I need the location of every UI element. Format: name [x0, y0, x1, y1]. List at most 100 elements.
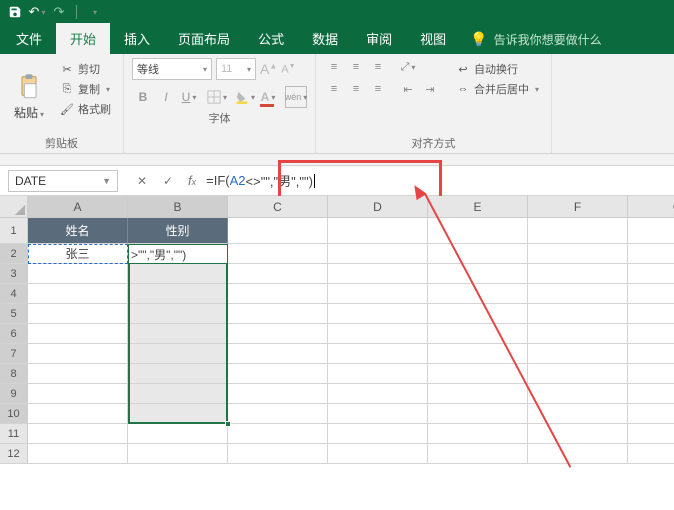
font-color-button[interactable]: A: [257, 86, 279, 108]
cell-D12[interactable]: [328, 444, 428, 464]
cell-A5[interactable]: [28, 304, 128, 324]
cell-A4[interactable]: [28, 284, 128, 304]
cell-D2[interactable]: [328, 244, 428, 264]
col-header-C[interactable]: C: [228, 196, 328, 218]
tab-file[interactable]: 文件: [2, 23, 56, 54]
cell-G7[interactable]: [628, 344, 674, 364]
cell-D3[interactable]: [328, 264, 428, 284]
cell-B11[interactable]: [128, 424, 228, 444]
cell-B5[interactable]: [128, 304, 228, 324]
align-left-button[interactable]: ≡: [324, 80, 344, 98]
cell-G5[interactable]: [628, 304, 674, 324]
tab-home[interactable]: 开始: [56, 23, 110, 54]
bold-button[interactable]: B: [132, 86, 154, 108]
row-header-7[interactable]: 7: [0, 344, 28, 364]
cell-D4[interactable]: [328, 284, 428, 304]
cell-D11[interactable]: [328, 424, 428, 444]
cell-C11[interactable]: [228, 424, 328, 444]
cell-B6[interactable]: [128, 324, 228, 344]
cell-C2[interactable]: [228, 244, 328, 264]
cell-E11[interactable]: [428, 424, 528, 444]
increase-indent-button[interactable]: ⇥: [420, 80, 440, 98]
worksheet[interactable]: A B C D E F G 1 姓名 性别 2 张三 >"","男","") 3…: [0, 196, 674, 464]
col-header-E[interactable]: E: [428, 196, 528, 218]
undo-icon[interactable]: ↶: [28, 3, 46, 21]
col-header-F[interactable]: F: [528, 196, 628, 218]
cell-F5[interactable]: [528, 304, 628, 324]
cell-C12[interactable]: [228, 444, 328, 464]
row-header-10[interactable]: 10: [0, 404, 28, 424]
cell-D9[interactable]: [328, 384, 428, 404]
cell-F2[interactable]: [528, 244, 628, 264]
cell-G6[interactable]: [628, 324, 674, 344]
fill-color-button[interactable]: [234, 86, 256, 108]
cell-B12[interactable]: [128, 444, 228, 464]
copy-button[interactable]: ⎘ 复制: [56, 80, 115, 98]
cell-F7[interactable]: [528, 344, 628, 364]
cell-C6[interactable]: [228, 324, 328, 344]
cell-E6[interactable]: [428, 324, 528, 344]
align-top-button[interactable]: ≡: [324, 58, 344, 76]
row-header-8[interactable]: 8: [0, 364, 28, 384]
cell-E5[interactable]: [428, 304, 528, 324]
cell-D10[interactable]: [328, 404, 428, 424]
row-header-9[interactable]: 9: [0, 384, 28, 404]
cell-G4[interactable]: [628, 284, 674, 304]
cell-F8[interactable]: [528, 364, 628, 384]
row-header-11[interactable]: 11: [0, 424, 28, 444]
cell-E4[interactable]: [428, 284, 528, 304]
select-all-corner[interactable]: [0, 196, 28, 218]
cell-D6[interactable]: [328, 324, 428, 344]
align-right-button[interactable]: ≡: [368, 80, 388, 98]
cell-F11[interactable]: [528, 424, 628, 444]
row-header-12[interactable]: 12: [0, 444, 28, 464]
cell-D8[interactable]: [328, 364, 428, 384]
cell-G3[interactable]: [628, 264, 674, 284]
align-center-button[interactable]: ≡: [346, 80, 366, 98]
cell-G12[interactable]: [628, 444, 674, 464]
formula-input[interactable]: =IF(A2<>"","男",""): [202, 170, 674, 192]
row-header-6[interactable]: 6: [0, 324, 28, 344]
decrease-font-button[interactable]: A▼: [281, 63, 295, 76]
cancel-formula-button[interactable]: ✕: [130, 170, 154, 192]
cell-F10[interactable]: [528, 404, 628, 424]
merge-center-button[interactable]: ⇔ 合并后居中: [452, 80, 543, 98]
tab-insert[interactable]: 插入: [110, 23, 164, 54]
save-icon[interactable]: [6, 3, 24, 21]
col-header-G[interactable]: G: [628, 196, 674, 218]
tab-review[interactable]: 审阅: [352, 23, 406, 54]
cell-B9[interactable]: [128, 384, 228, 404]
cell-C8[interactable]: [228, 364, 328, 384]
cell-A9[interactable]: [28, 384, 128, 404]
cell-E2[interactable]: [428, 244, 528, 264]
tab-formula[interactable]: 公式: [244, 23, 298, 54]
increase-font-button[interactable]: A▲: [260, 61, 277, 77]
cut-button[interactable]: ✂ 剪切: [56, 60, 115, 78]
cell-F3[interactable]: [528, 264, 628, 284]
cell-B8[interactable]: [128, 364, 228, 384]
font-size-combo[interactable]: 11: [216, 58, 256, 80]
cell-D1[interactable]: [328, 218, 428, 244]
cell-A1[interactable]: 姓名: [28, 218, 128, 244]
cell-A8[interactable]: [28, 364, 128, 384]
cell-A3[interactable]: [28, 264, 128, 284]
borders-button[interactable]: [206, 86, 228, 108]
cell-F4[interactable]: [528, 284, 628, 304]
cell-D7[interactable]: [328, 344, 428, 364]
enter-formula-button[interactable]: ✓: [156, 170, 180, 192]
decrease-indent-button[interactable]: ⇤: [398, 80, 418, 98]
italic-button[interactable]: I: [155, 86, 177, 108]
row-header-5[interactable]: 5: [0, 304, 28, 324]
cell-B1[interactable]: 性别: [128, 218, 228, 244]
cell-B3[interactable]: [128, 264, 228, 284]
cell-G11[interactable]: [628, 424, 674, 444]
cell-C7[interactable]: [228, 344, 328, 364]
cell-A12[interactable]: [28, 444, 128, 464]
tab-data[interactable]: 数据: [298, 23, 352, 54]
cell-C1[interactable]: [228, 218, 328, 244]
tab-layout[interactable]: 页面布局: [164, 23, 244, 54]
cell-G10[interactable]: [628, 404, 674, 424]
cell-E10[interactable]: [428, 404, 528, 424]
cell-A10[interactable]: [28, 404, 128, 424]
tell-me-search[interactable]: 💡 告诉我你想要做什么: [460, 25, 611, 54]
